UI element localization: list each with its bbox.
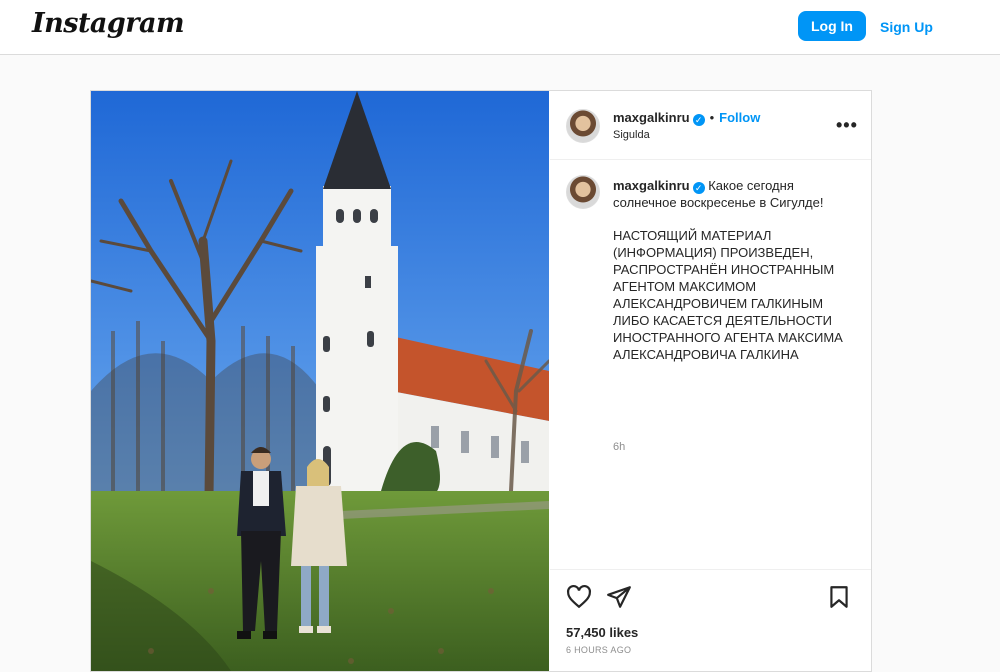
login-button[interactable]: Log In xyxy=(798,11,866,41)
caption-text: maxgalkinru ✓ Какое сегодня солнечное вос… xyxy=(613,177,853,363)
top-bar: Instagram Log In Sign Up xyxy=(0,0,1000,55)
signup-link[interactable]: Sign Up xyxy=(880,19,933,35)
post-header: maxgalkinru ✓ • Follow Sigulda ••• xyxy=(550,91,871,160)
send-icon[interactable] xyxy=(606,584,632,610)
verified-badge-icon: ✓ xyxy=(692,114,705,126)
verified-badge-icon: ✓ xyxy=(692,182,705,194)
caption-avatar[interactable] xyxy=(566,175,600,209)
separator-dot: • xyxy=(709,110,715,125)
caption-body: НАСТОЯЩИЙ МАТЕРИАЛ (ИНФОРМАЦИЯ) ПРОИЗВЕД… xyxy=(613,228,843,362)
post-photo[interactable] xyxy=(91,91,549,671)
post-timestamp: 6 HOURS AGO xyxy=(566,645,632,655)
instagram-logo[interactable]: Instagram xyxy=(32,8,185,39)
location-link[interactable]: Sigulda xyxy=(613,129,650,141)
heart-icon[interactable] xyxy=(566,584,592,610)
post-photo-illustration xyxy=(91,91,549,671)
profile-avatar[interactable] xyxy=(566,109,600,143)
header-meta: maxgalkinru ✓ • Follow xyxy=(613,109,760,127)
caption-block: maxgalkinru ✓ Какое сегодня солнечное вос… xyxy=(550,159,871,569)
post-sidebar: maxgalkinru ✓ • Follow Sigulda ••• maxgalki… xyxy=(550,91,871,671)
caption-username-link[interactable]: maxgalkinru xyxy=(613,178,690,193)
caption-time: 6h xyxy=(613,441,626,453)
likes-count[interactable]: 57,450 likes xyxy=(566,625,638,640)
post-actions: 57,450 likes 6 HOURS AGO xyxy=(550,569,871,672)
username-link[interactable]: maxgalkinru xyxy=(613,110,690,125)
more-options-icon[interactable]: ••• xyxy=(836,115,858,136)
bookmark-icon[interactable] xyxy=(826,584,852,610)
post-card: maxgalkinru ✓ • Follow Sigulda ••• maxgalki… xyxy=(90,90,872,672)
follow-button[interactable]: Follow xyxy=(719,110,760,125)
